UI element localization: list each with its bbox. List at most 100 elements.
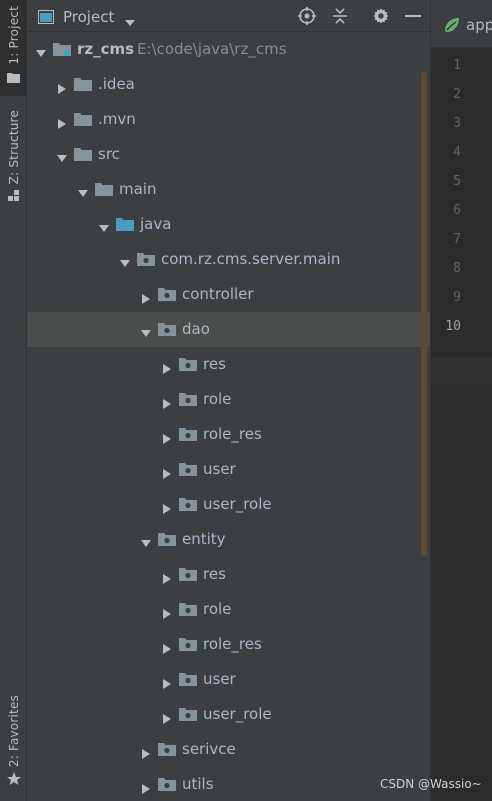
locate-icon[interactable] [297,6,317,26]
project-view-selector[interactable]: Project [63,8,114,26]
tree-node-src[interactable]: src [27,137,430,172]
expand-arrow-down-icon[interactable] [78,184,88,197]
hide-panel-icon[interactable] [403,6,423,26]
tree-node-user-role[interactable]: user_role [27,487,430,522]
package-icon [158,531,176,547]
expand-arrow-right-icon[interactable] [162,359,172,374]
tree-node-role-res[interactable]: role_res [27,417,430,452]
tree-node-label: rz_cms [77,40,135,58]
expand-arrow-down-icon[interactable] [141,324,151,337]
package-icon [179,356,197,372]
package-icon [158,321,176,337]
expand-arrow-down-icon[interactable] [36,44,46,57]
folder-icon [74,111,92,127]
editor-tab-bar: app [431,0,492,48]
tree-node-label: role [203,390,232,408]
tree-node-controller[interactable]: controller [27,277,430,312]
tree-node-idea[interactable]: .idea [27,67,430,102]
tree-node-user[interactable]: user [27,662,430,697]
tree-node-label: .mvn [98,110,136,128]
expand-arrow-right-icon[interactable] [57,114,67,129]
tree-node-res[interactable]: res [27,557,430,592]
line-number: 3 [453,116,461,131]
editor-tab-app[interactable]: app [466,16,492,34]
structure-tool-tab[interactable]: Z: Structure [0,110,27,210]
collapse-all-icon[interactable] [330,6,350,26]
package-icon [179,601,197,617]
star-icon [6,772,21,786]
expand-arrow-right-icon[interactable] [162,674,172,689]
structure-tool-tab-label: Z: Structure [6,110,21,185]
spring-boot-icon [443,16,461,38]
expand-arrow-right-icon[interactable] [141,779,151,794]
tree-node-label: entity [182,530,226,548]
tree-node-user[interactable]: user [27,452,430,487]
favorites-tool-tab[interactable]: 2: Favorites [0,695,27,795]
tree-node-label: utils [182,775,214,793]
line-number: 10 [445,319,461,334]
tree-node-label: role [203,600,232,618]
watermark: CSDN @Wassio~ [380,777,482,791]
expand-arrow-right-icon[interactable] [162,569,172,584]
tree-node-role[interactable]: role [27,592,430,627]
tree-node-com-rz-cms-server-main[interactable]: com.rz.cms.server.main [27,242,430,277]
tree-node-dao[interactable]: dao [27,312,430,347]
project-folder-icon [7,71,21,85]
expand-arrow-down-icon[interactable] [99,219,109,232]
expand-arrow-right-icon[interactable] [162,709,172,724]
expand-arrow-right-icon[interactable] [162,604,172,619]
tree-node-serivce[interactable]: serivce [27,732,430,767]
expand-arrow-down-icon[interactable] [57,149,67,162]
tree-node-user-role[interactable]: user_role [27,697,430,732]
expand-arrow-right-icon[interactable] [141,289,151,304]
package-icon [158,776,176,792]
tree-node-main[interactable]: main [27,172,430,207]
tree-node-label: main [119,180,157,198]
expand-arrow-right-icon[interactable] [141,744,151,759]
line-number: 9 [453,290,461,305]
module-folder-icon [53,41,71,57]
tree-node-label: com.rz.cms.server.main [161,250,341,268]
line-number: 1 [453,58,461,73]
tree-node-role[interactable]: role [27,382,430,417]
line-number: 2 [453,87,461,102]
tree-node-java[interactable]: java [27,207,430,242]
tree-node-entity[interactable]: entity [27,522,430,557]
line-number: 5 [453,174,461,189]
tree-node-res[interactable]: res [27,347,430,382]
package-icon [179,706,197,722]
expand-arrow-down-icon[interactable] [141,534,151,547]
tree-node-label: res [203,565,226,583]
package-icon [179,496,197,512]
tree-node-rz-cms[interactable]: rz_cms E:\code\java\rz_cms [27,32,430,67]
tree-node-role-res[interactable]: role_res [27,627,430,662]
favorites-tool-tab-label: 2: Favorites [6,695,21,768]
tree-node-label: user [203,670,236,688]
tree-node-mvn[interactable]: .mvn [27,102,430,137]
tree-scrollbar[interactable] [421,72,427,556]
package-icon [179,461,197,477]
expand-arrow-right-icon[interactable] [162,429,172,444]
expand-arrow-right-icon[interactable] [57,79,67,94]
expand-arrow-right-icon[interactable] [162,394,172,409]
module-path: E:\code\java\rz_cms [137,40,287,58]
tree-node-label: dao [182,320,210,338]
tool-window-stripe: 1: Project Z: Structure 2: Favorites [0,0,27,801]
current-line-highlight [431,358,492,384]
expand-arrow-right-icon[interactable] [162,499,172,514]
line-number: 4 [453,145,461,160]
source-folder-icon [116,216,134,232]
expand-arrow-right-icon[interactable] [162,639,172,654]
expand-arrow-down-icon[interactable] [120,254,130,267]
project-tool-tab[interactable]: 1: Project [0,0,27,96]
expand-arrow-right-icon[interactable] [162,464,172,479]
package-icon [158,286,176,302]
editor-area: app 1 2 3 4 5 6 7 8 9 10 [430,0,492,801]
chevron-down-icon[interactable] [125,12,135,31]
package-icon [179,426,197,442]
tree-node-label: role_res [203,635,262,653]
line-number: 7 [453,232,461,247]
tree-node-utils[interactable]: utils [27,767,430,801]
tree-node-label: res [203,355,226,373]
gear-icon[interactable] [371,6,391,26]
